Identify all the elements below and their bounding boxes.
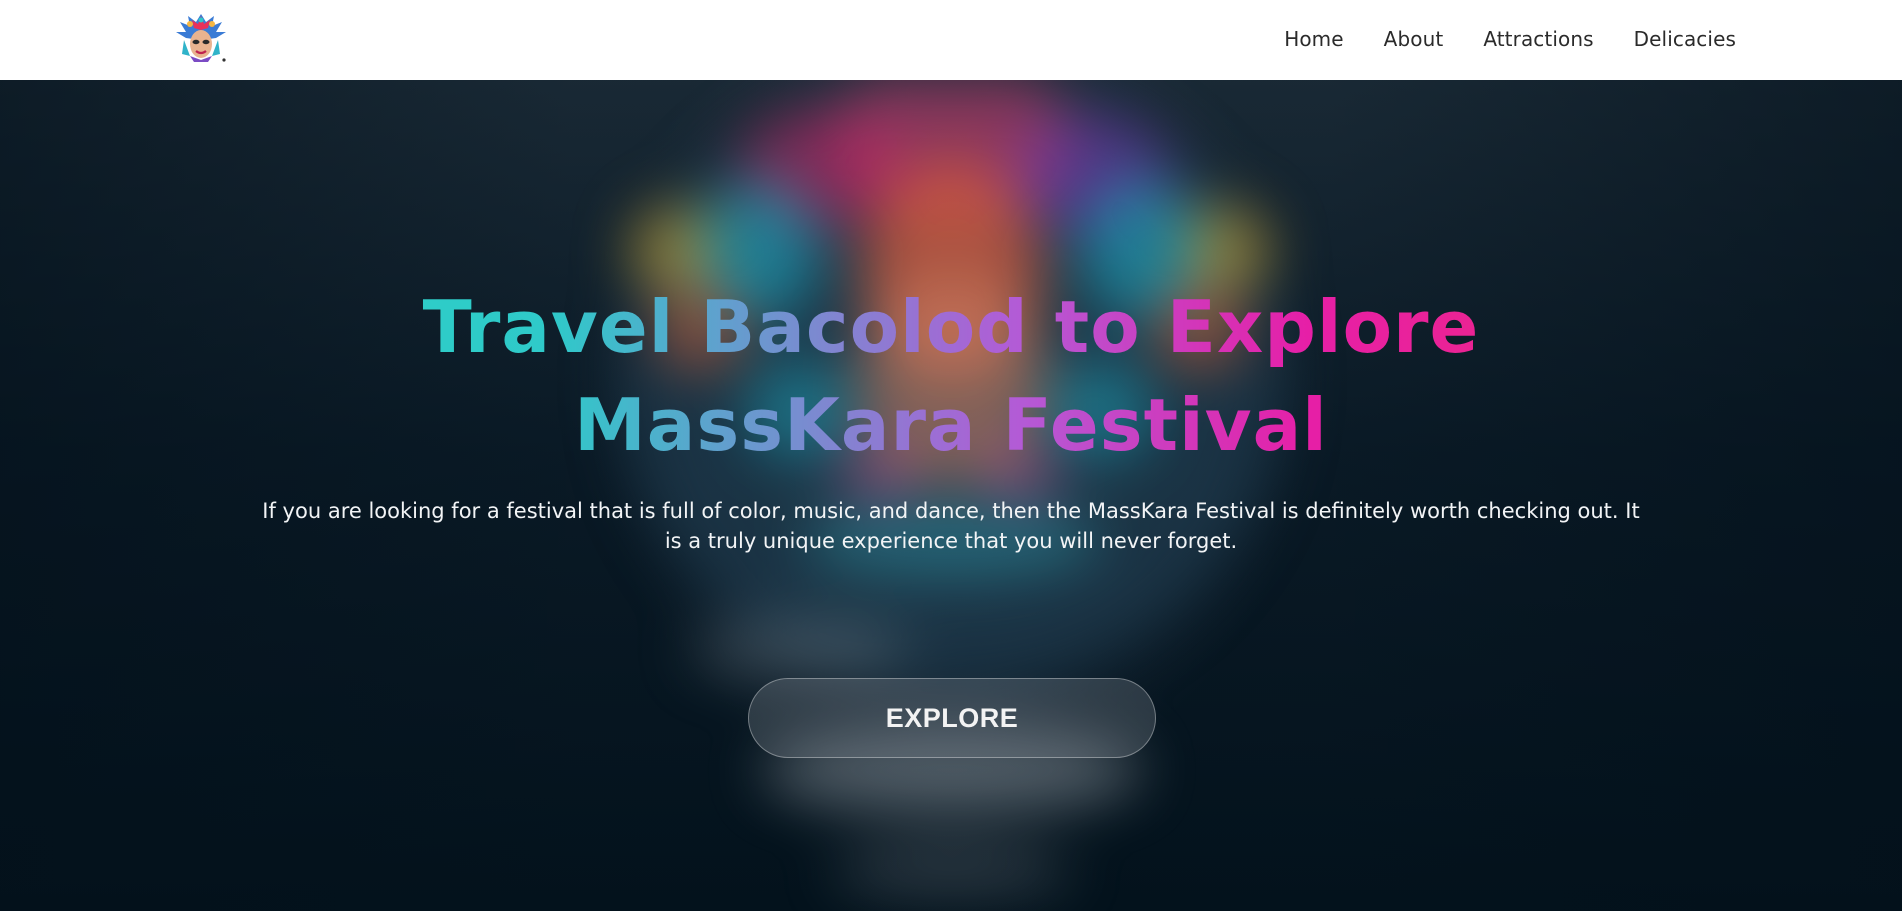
nav-link-delicacies[interactable]: Delicacies xyxy=(1634,27,1736,51)
main-nav: Home About Attractions Delicacies xyxy=(1284,0,1736,78)
nav-link-about[interactable]: About xyxy=(1384,27,1444,51)
hero-title: Travel Bacolod to Explore MassKara Festi… xyxy=(240,278,1662,474)
explore-button[interactable]: EXPLORE xyxy=(748,678,1156,758)
navbar: Home About Attractions Delicacies xyxy=(0,0,1902,80)
hero-description: If you are looking for a festival that i… xyxy=(262,499,1640,553)
nav-link-home[interactable]: Home xyxy=(1284,27,1343,51)
hero-section: Travel Bacolod to Explore MassKara Festi… xyxy=(0,80,1902,911)
nav-link-attractions[interactable]: Attractions xyxy=(1483,27,1593,51)
masskara-mask-logo-icon[interactable] xyxy=(170,10,232,64)
